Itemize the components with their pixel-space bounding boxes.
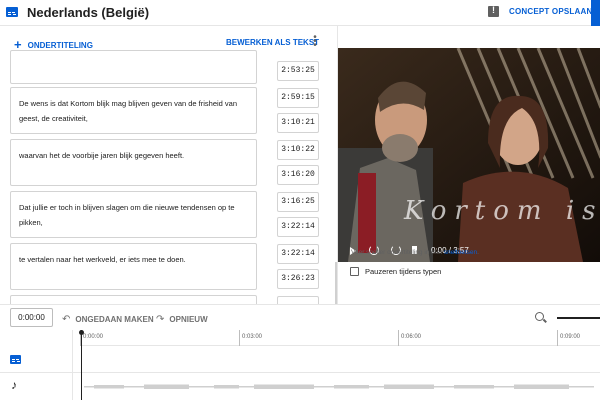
cue-start-time[interactable]: 3:16:25 (277, 192, 319, 212)
publish-button[interactable] (591, 0, 600, 26)
time-ruler[interactable]: 0:00:00 0:03:00 0:06:00 0:09:00 (80, 330, 600, 346)
cue-end-time[interactable]: 3:16:20 (277, 165, 319, 185)
timeline[interactable]: 0:00:00 0:03:00 0:06:00 0:09:00 ♪ (0, 330, 600, 400)
ruler-tick (239, 330, 240, 346)
cue-text[interactable]: te vertalen naar het werkveld, er iets m… (19, 252, 251, 267)
more-vert-icon[interactable]: • • • (313, 33, 317, 51)
add-subtitle-label: ONDERTITELING (27, 41, 93, 50)
subtitle-cue[interactable] (10, 50, 257, 84)
undo-label: ONGEDAAN MAKEN (75, 315, 154, 324)
subtitle-cue[interactable]: te vertalen naar het werkveld, er iets m… (10, 243, 257, 290)
zoom-icon[interactable] (535, 312, 544, 321)
redo-label: OPNIEUW (169, 315, 208, 324)
redo-button[interactable]: ↷ OPNIEUW (156, 314, 208, 325)
subtitle-cue[interactable]: Dat jullie er toch in blijven slagen om … (10, 191, 257, 238)
cue-text[interactable]: De wens is dat Kortom blijk mag blijven … (19, 96, 251, 126)
zoom-slider[interactable] (557, 317, 600, 319)
ruler-tick-label: 0:09:00 (560, 334, 581, 340)
audio-waveform (84, 384, 594, 389)
page-title: Nederlands (België) (27, 5, 150, 20)
cue-start-time[interactable]: 3:10:22 (277, 140, 319, 160)
preview-panel: Kortom is 20 0:00 / 3:57 Voer sneller on… (335, 26, 600, 304)
undo-icon: ↶ (62, 314, 71, 325)
cue-text[interactable]: waarvan het de voorbije jaren blijk gege… (19, 148, 251, 163)
ruler-tick-label: 0:06:00 (401, 334, 422, 340)
shortcuts-hint: Voer sneller ondertiteling in met snelto… (351, 249, 479, 256)
save-draft-button[interactable]: CONCEPT OPSLAAN (509, 7, 592, 16)
hint-suffix: . (477, 249, 479, 256)
edit-as-text-button[interactable]: BEWERKEN ALS TEKST (226, 38, 319, 47)
video-frame (338, 48, 600, 262)
subtitle-lane[interactable] (0, 347, 600, 373)
add-subtitle-button[interactable]: + ONDERTITELING (14, 36, 93, 52)
subtitles-icon (10, 355, 21, 364)
cue-end-time[interactable]: 3:10:21 (277, 113, 319, 133)
cue-start-time[interactable]: 3:22:14 (277, 244, 319, 264)
subtitle-cue[interactable] (10, 295, 257, 304)
music-note-icon: ♪ (11, 378, 17, 392)
panel-divider[interactable] (335, 262, 337, 304)
ruler-tick-label: 0:03:00 (242, 334, 263, 340)
pause-while-typing[interactable]: Pauzeren tijdens typen (350, 266, 442, 277)
undo-button[interactable]: ↶ ONGEDAAN MAKEN (62, 314, 154, 325)
pause-checkbox[interactable] (350, 266, 359, 276)
feedback-icon[interactable] (488, 5, 499, 17)
current-time-field[interactable]: 0:00:00 (10, 308, 53, 327)
hint-text: Voer sneller ondertiteling in met (351, 249, 444, 256)
video-watermark: Kortom is 20 (404, 196, 600, 226)
cue-end-time[interactable]: 3:26:23 (277, 269, 319, 289)
subtitles-icon (6, 7, 18, 17)
cue-start-time[interactable]: 2:53:25 (277, 61, 319, 81)
video-player[interactable]: Kortom is 20 0:00 / 3:57 (338, 48, 600, 262)
shortcuts-link[interactable]: sneltoetsen (444, 249, 477, 256)
subtitle-cue[interactable]: waarvan het de voorbije jaren blijk gege… (10, 139, 257, 186)
ruler-tick-label: 0:00:00 (83, 334, 104, 340)
timeline-toolbar: 0:00:00 ↶ ONGEDAAN MAKEN ↷ OPNIEUW (0, 304, 600, 330)
cue-start-time[interactable] (277, 296, 319, 304)
pause-label: Pauzeren tijdens typen (365, 267, 442, 276)
cue-end-time[interactable]: 3:22:14 (277, 217, 319, 237)
top-bar: Nederlands (België) CONCEPT OPSLAAN (0, 0, 600, 26)
cue-start-time[interactable]: 2:59:15 (277, 88, 319, 108)
playhead[interactable] (79, 330, 84, 400)
redo-icon: ↷ (156, 314, 165, 325)
ruler-tick (557, 330, 558, 346)
ruler-tick (398, 330, 399, 346)
cue-text[interactable]: Dat jullie er toch in blijven slagen om … (19, 200, 251, 230)
subtitle-editor: + ONDERTITELING BEWERKEN ALS TEKST • • • 2:… (0, 26, 334, 304)
subtitle-cue[interactable]: De wens is dat Kortom blijk mag blijven … (10, 87, 257, 134)
